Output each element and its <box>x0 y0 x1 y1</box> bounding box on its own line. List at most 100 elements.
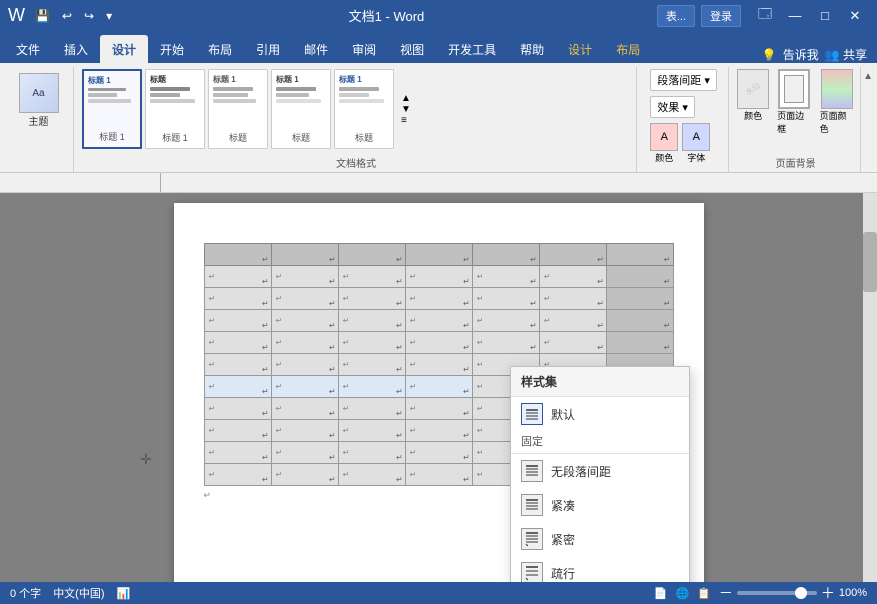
quick-access-toolbar: 💾 ↩ ↪ ▾ <box>31 7 116 25</box>
page-border-label: 页面颜色 <box>820 109 855 135</box>
scrollbar-thumb[interactable] <box>863 232 877 292</box>
zoom-slider[interactable] <box>737 591 817 595</box>
window-icon-btn[interactable]: 🗔 <box>751 2 779 30</box>
dropdown-item-tight[interactable]: 紧密 <box>511 522 689 556</box>
customize-quick-btn[interactable]: ▾ <box>102 7 116 25</box>
background-group-label: 页面背景 <box>776 153 816 170</box>
default-label: 默认 <box>551 406 575 423</box>
doc-scroll-area[interactable]: ✛ ↵ <box>0 193 877 582</box>
tab-home[interactable]: 开始 <box>148 35 196 63</box>
color-btn[interactable]: A 颜色 <box>650 123 678 164</box>
zoom-control: － ＋ 100% <box>719 583 867 603</box>
minimize-btn[interactable]: — <box>781 2 809 30</box>
table-row: ↵ ↵ ↵ ↵ ↵ ↵ <box>204 266 673 288</box>
ribbon-extra-actions: 💡 告诉我 👥 共享 <box>652 46 877 63</box>
tight-icon <box>521 528 543 550</box>
tab-mail[interactable]: 邮件 <box>292 35 340 63</box>
main-content: 文件 插入 设计 开始 布局 引用 邮件 审阅 视图 开发工具 帮助 设计 布局… <box>0 31 877 604</box>
effects-btn[interactable]: 效果 ▾ <box>650 96 695 118</box>
tab-insert[interactable]: 插入 <box>52 35 100 63</box>
save-quick-btn[interactable]: 💾 <box>31 7 54 25</box>
maximize-btn[interactable]: □ <box>811 2 839 30</box>
para-spacing-btn[interactable]: 段落间距 ▾ <box>650 69 717 91</box>
font-btn[interactable]: A 字体 <box>682 123 710 164</box>
style-label-1: 标题 1 <box>88 130 136 143</box>
ribbon-tabs: 文件 插入 设计 开始 布局 引用 邮件 审阅 视图 开发工具 帮助 设计 布局… <box>0 31 877 63</box>
dropdown-item-no-spacing[interactable]: 无段落间距 <box>511 454 689 488</box>
docformat-content: 标题 1 标题 1 标题 <box>82 69 630 153</box>
tab-table-design[interactable]: 设计 <box>556 35 604 63</box>
view-print-btn[interactable]: 📄 <box>654 587 668 600</box>
background-content: 水印 颜色 页面边框 页面颜色 <box>737 69 854 153</box>
dropdown-item-open[interactable]: 疏行 <box>511 556 689 582</box>
style-label-2: 标题 1 <box>150 131 200 144</box>
style-scroll-up[interactable]: ▲ <box>401 93 411 104</box>
zoom-level: 100% <box>839 587 867 599</box>
page-border-btn[interactable]: 页面颜色 <box>820 69 855 135</box>
style-expand[interactable]: ≡ <box>401 115 411 126</box>
page-background-icon <box>821 69 853 109</box>
ribbon-collapse-btn[interactable]: ▲ <box>863 67 873 172</box>
share-btn[interactable]: 👥 共享 <box>825 46 867 63</box>
docformat-group-label: 文档格式 <box>336 153 376 170</box>
tell-me-btn[interactable]: 告诉我 <box>783 46 819 63</box>
style-item-1[interactable]: 标题 1 标题 1 <box>82 69 142 149</box>
undo-quick-btn[interactable]: ↩ <box>58 7 76 25</box>
ribbon-group-background: 水印 颜色 页面边框 页面颜色 页面背景 <box>731 67 861 172</box>
tab-references[interactable]: 引用 <box>244 35 292 63</box>
style-label-5: 标题 <box>339 131 389 144</box>
dropdown-item-default[interactable]: 默认 <box>511 397 689 431</box>
tab-file[interactable]: 文件 <box>4 35 52 63</box>
word-count: 0 个字 <box>10 585 41 601</box>
watermark-icon: 水印 <box>737 69 769 109</box>
table-row: ↵ ↵ ↵ ↵ ↵ ↵ <box>204 288 673 310</box>
table-btn[interactable]: 表... <box>657 5 695 27</box>
tab-help[interactable]: 帮助 <box>508 35 556 63</box>
tab-design[interactable]: 设计 <box>100 35 148 63</box>
theme-btn[interactable]: Aa 主题 <box>13 69 65 132</box>
close-btn[interactable]: ✕ <box>841 2 869 30</box>
redo-quick-btn[interactable]: ↪ <box>80 7 98 25</box>
style-item-5[interactable]: 标题 1 标题 <box>334 69 394 149</box>
tab-table-layout[interactable]: 布局 <box>604 35 652 63</box>
style-scroll-btns: ▲ ▼ ≡ <box>397 93 411 126</box>
default-spacing-icon <box>521 403 543 425</box>
zoom-in-btn[interactable]: ＋ <box>821 583 835 603</box>
app-icon: W <box>8 5 25 26</box>
window-controls: 表... 登录 🗔 — □ ✕ <box>657 2 869 30</box>
status-left: 0 个字 中文(中国) 📊 <box>10 585 130 601</box>
vertical-scrollbar[interactable] <box>863 193 877 582</box>
tab-layout[interactable]: 布局 <box>196 35 244 63</box>
move-cursor-indicator: ✛ <box>140 451 152 468</box>
macro-icon[interactable]: 📊 <box>117 587 131 600</box>
compact-label: 紧凑 <box>551 497 575 514</box>
page-color-label: 页面边框 <box>777 109 812 135</box>
ribbon-group-spacing: 段落间距 ▾ 效果 ▾ A 颜色 A 字体 <box>639 67 729 172</box>
page-color-btn[interactable]: 页面边框 <box>777 69 812 135</box>
table-row: ↵ ↵ ↵ ↵ ↵ ↵ <box>204 332 673 354</box>
tab-view[interactable]: 视图 <box>388 35 436 63</box>
compact-icon <box>521 494 543 516</box>
tab-review[interactable]: 审阅 <box>340 35 388 63</box>
login-btn[interactable]: 登录 <box>701 5 741 27</box>
color-label: 颜色 <box>655 151 673 164</box>
spacing-content: 段落间距 ▾ 效果 ▾ A 颜色 A 字体 <box>650 69 717 170</box>
view-read-btn[interactable]: 📋 <box>697 587 711 600</box>
window-title: 文档1 - Word <box>116 6 657 25</box>
lightbulb-icon[interactable]: 💡 <box>762 48 777 62</box>
open-icon <box>521 562 543 582</box>
tab-developer[interactable]: 开发工具 <box>436 35 508 63</box>
watermark-btn[interactable]: 水印 颜色 <box>737 69 769 122</box>
style-item-2[interactable]: 标题 标题 1 <box>145 69 205 149</box>
status-right: 📄 🌐 📋 － ＋ 100% <box>654 583 867 603</box>
ribbon-content: Aa 主题 标题 1 标题 1 <box>0 63 877 173</box>
dropdown-item-compact[interactable]: 紧凑 <box>511 488 689 522</box>
font-label: 字体 <box>687 151 705 164</box>
zoom-out-btn[interactable]: － <box>719 583 733 603</box>
color-font-btns: A 颜色 A 字体 <box>650 123 710 164</box>
style-item-3[interactable]: 标题 1 标题 <box>208 69 268 149</box>
style-item-4[interactable]: 标题 1 标题 <box>271 69 331 149</box>
ribbon-group-docformat: 标题 1 标题 1 标题 <box>76 67 637 172</box>
view-web-btn[interactable]: 🌐 <box>675 587 689 600</box>
style-scroll-down[interactable]: ▼ <box>401 104 411 115</box>
